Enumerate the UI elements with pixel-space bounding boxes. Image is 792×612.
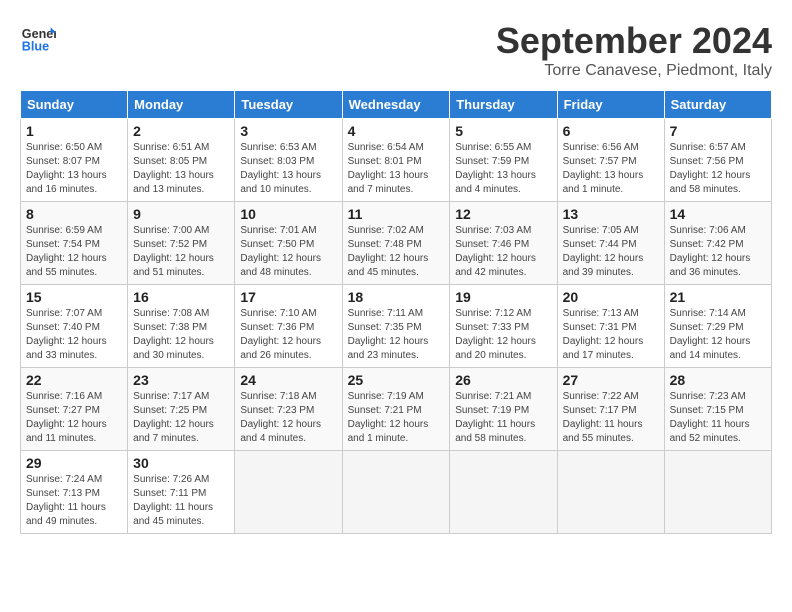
list-item: 14 Sunrise: 7:06 AMSunset: 7:42 PMDaylig… (664, 202, 771, 285)
list-item: 4 Sunrise: 6:54 AMSunset: 8:01 PMDayligh… (342, 119, 450, 202)
table-row: 22 Sunrise: 7:16 AMSunset: 7:27 PMDaylig… (21, 368, 772, 451)
col-wednesday: Wednesday (342, 91, 450, 119)
list-item: 2 Sunrise: 6:51 AMSunset: 8:05 PMDayligh… (128, 119, 235, 202)
col-friday: Friday (557, 91, 664, 119)
list-item: 20 Sunrise: 7:13 AMSunset: 7:31 PMDaylig… (557, 285, 664, 368)
title-area: September 2024 Torre Canavese, Piedmont,… (496, 20, 772, 80)
list-item: 1 Sunrise: 6:50 AMSunset: 8:07 PMDayligh… (21, 119, 128, 202)
list-item: 28 Sunrise: 7:23 AMSunset: 7:15 PMDaylig… (664, 368, 771, 451)
list-item: 16 Sunrise: 7:08 AMSunset: 7:38 PMDaylig… (128, 285, 235, 368)
svg-text:Blue: Blue (22, 40, 49, 54)
list-item: 3 Sunrise: 6:53 AMSunset: 8:03 PMDayligh… (235, 119, 342, 202)
table-row: 8 Sunrise: 6:59 AMSunset: 7:54 PMDayligh… (21, 202, 772, 285)
table-row: 1 Sunrise: 6:50 AMSunset: 8:07 PMDayligh… (21, 119, 772, 202)
list-item: 24 Sunrise: 7:18 AMSunset: 7:23 PMDaylig… (235, 368, 342, 451)
list-item: 10 Sunrise: 7:01 AMSunset: 7:50 PMDaylig… (235, 202, 342, 285)
list-item (450, 451, 557, 534)
list-item (342, 451, 450, 534)
col-monday: Monday (128, 91, 235, 119)
list-item: 15 Sunrise: 7:07 AMSunset: 7:40 PMDaylig… (21, 285, 128, 368)
list-item: 9 Sunrise: 7:00 AMSunset: 7:52 PMDayligh… (128, 202, 235, 285)
list-item: 22 Sunrise: 7:16 AMSunset: 7:27 PMDaylig… (21, 368, 128, 451)
list-item: 12 Sunrise: 7:03 AMSunset: 7:46 PMDaylig… (450, 202, 557, 285)
logo: General Blue (20, 20, 56, 56)
list-item (664, 451, 771, 534)
list-item: 8 Sunrise: 6:59 AMSunset: 7:54 PMDayligh… (21, 202, 128, 285)
table-row: 29 Sunrise: 7:24 AMSunset: 7:13 PMDaylig… (21, 451, 772, 534)
list-item: 21 Sunrise: 7:14 AMSunset: 7:29 PMDaylig… (664, 285, 771, 368)
list-item: 13 Sunrise: 7:05 AMSunset: 7:44 PMDaylig… (557, 202, 664, 285)
month-title: September 2024 (496, 20, 772, 62)
page-header: General Blue September 2024 Torre Canave… (20, 20, 772, 80)
list-item: 5 Sunrise: 6:55 AMSunset: 7:59 PMDayligh… (450, 119, 557, 202)
list-item: 19 Sunrise: 7:12 AMSunset: 7:33 PMDaylig… (450, 285, 557, 368)
list-item: 6 Sunrise: 6:56 AMSunset: 7:57 PMDayligh… (557, 119, 664, 202)
list-item: 26 Sunrise: 7:21 AMSunset: 7:19 PMDaylig… (450, 368, 557, 451)
list-item (235, 451, 342, 534)
col-thursday: Thursday (450, 91, 557, 119)
list-item: 11 Sunrise: 7:02 AMSunset: 7:48 PMDaylig… (342, 202, 450, 285)
list-item: 18 Sunrise: 7:11 AMSunset: 7:35 PMDaylig… (342, 285, 450, 368)
list-item: 27 Sunrise: 7:22 AMSunset: 7:17 PMDaylig… (557, 368, 664, 451)
calendar-header-row: Sunday Monday Tuesday Wednesday Thursday… (21, 91, 772, 119)
list-item: 17 Sunrise: 7:10 AMSunset: 7:36 PMDaylig… (235, 285, 342, 368)
col-saturday: Saturday (664, 91, 771, 119)
list-item (557, 451, 664, 534)
list-item: 7 Sunrise: 6:57 AMSunset: 7:56 PMDayligh… (664, 119, 771, 202)
col-sunday: Sunday (21, 91, 128, 119)
list-item: 25 Sunrise: 7:19 AMSunset: 7:21 PMDaylig… (342, 368, 450, 451)
list-item: 23 Sunrise: 7:17 AMSunset: 7:25 PMDaylig… (128, 368, 235, 451)
list-item: 29 Sunrise: 7:24 AMSunset: 7:13 PMDaylig… (21, 451, 128, 534)
logo-icon: General Blue (20, 20, 56, 56)
list-item: 30 Sunrise: 7:26 AMSunset: 7:11 PMDaylig… (128, 451, 235, 534)
location-title: Torre Canavese, Piedmont, Italy (496, 62, 772, 80)
col-tuesday: Tuesday (235, 91, 342, 119)
calendar-table: Sunday Monday Tuesday Wednesday Thursday… (20, 90, 772, 534)
table-row: 15 Sunrise: 7:07 AMSunset: 7:40 PMDaylig… (21, 285, 772, 368)
